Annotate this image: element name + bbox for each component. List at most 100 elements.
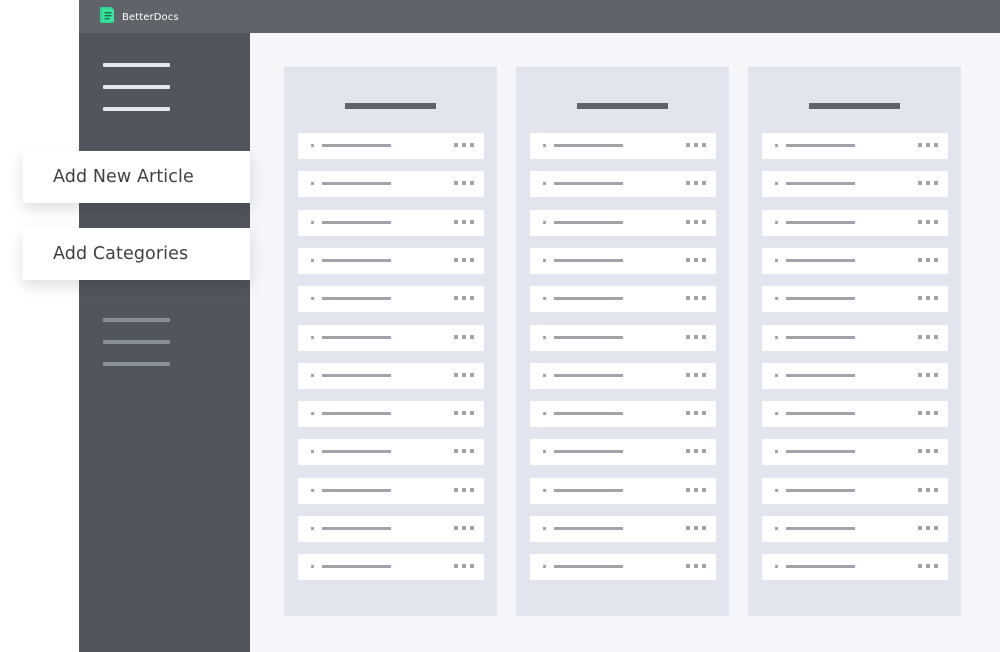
more-options-icon[interactable]: [918, 411, 938, 416]
drag-handle-icon[interactable]: [775, 182, 778, 186]
more-options-icon[interactable]: [686, 219, 706, 224]
article-row[interactable]: [762, 286, 948, 313]
article-row[interactable]: [762, 171, 948, 198]
more-options-icon[interactable]: [918, 143, 938, 147]
drag-handle-icon[interactable]: [775, 373, 778, 377]
drag-handle-icon[interactable]: [543, 258, 546, 262]
drag-handle-icon[interactable]: [311, 373, 314, 377]
sidebar-menu-line[interactable]: [103, 340, 170, 344]
article-row[interactable]: [530, 554, 716, 581]
drag-handle-icon[interactable]: [543, 335, 546, 339]
add-new-article-button[interactable]: Add New Article: [23, 151, 250, 203]
article-row[interactable]: [530, 362, 716, 389]
article-row[interactable]: [530, 171, 716, 198]
drag-handle-icon[interactable]: [543, 220, 546, 224]
article-row[interactable]: [298, 286, 484, 313]
more-options-icon[interactable]: [686, 257, 706, 262]
more-options-icon[interactable]: [454, 449, 474, 454]
more-options-icon[interactable]: [918, 526, 938, 530]
more-options-icon[interactable]: [686, 526, 706, 530]
drag-handle-icon[interactable]: [775, 258, 778, 262]
article-row[interactable]: [298, 401, 484, 428]
more-options-icon[interactable]: [918, 181, 938, 186]
sidebar-menu-line[interactable]: [103, 318, 170, 322]
drag-handle-icon[interactable]: [543, 488, 546, 492]
article-row[interactable]: [762, 324, 948, 351]
drag-handle-icon[interactable]: [775, 220, 778, 224]
article-row[interactable]: [762, 439, 948, 466]
article-row[interactable]: [530, 477, 716, 504]
more-options-icon[interactable]: [686, 334, 706, 339]
article-row[interactable]: [298, 247, 484, 274]
drag-handle-icon[interactable]: [543, 527, 546, 530]
drag-handle-icon[interactable]: [311, 335, 314, 339]
drag-handle-icon[interactable]: [775, 297, 778, 301]
drag-handle-icon[interactable]: [543, 297, 546, 301]
drag-handle-icon[interactable]: [311, 182, 314, 186]
more-options-icon[interactable]: [918, 219, 938, 224]
article-row[interactable]: [530, 209, 716, 236]
more-options-icon[interactable]: [686, 449, 706, 454]
more-options-icon[interactable]: [686, 564, 706, 569]
sidebar-menu-line[interactable]: [103, 107, 170, 111]
drag-handle-icon[interactable]: [543, 565, 546, 569]
drag-handle-icon[interactable]: [311, 297, 314, 301]
sidebar-menu-line[interactable]: [103, 63, 170, 67]
article-row[interactable]: [530, 133, 716, 159]
article-row[interactable]: [762, 209, 948, 236]
more-options-icon[interactable]: [454, 296, 474, 301]
drag-handle-icon[interactable]: [775, 412, 778, 416]
article-row[interactable]: [298, 171, 484, 198]
drag-handle-icon[interactable]: [775, 335, 778, 339]
drag-handle-icon[interactable]: [775, 144, 778, 147]
drag-handle-icon[interactable]: [311, 144, 314, 147]
article-row[interactable]: [762, 401, 948, 428]
more-options-icon[interactable]: [454, 411, 474, 416]
article-row[interactable]: [762, 133, 948, 159]
article-row[interactable]: [298, 209, 484, 236]
article-row[interactable]: [530, 439, 716, 466]
drag-handle-icon[interactable]: [543, 373, 546, 377]
article-row[interactable]: [762, 554, 948, 581]
article-row[interactable]: [762, 247, 948, 274]
article-row[interactable]: [298, 362, 484, 389]
drag-handle-icon[interactable]: [543, 144, 546, 147]
more-options-icon[interactable]: [918, 334, 938, 339]
more-options-icon[interactable]: [686, 487, 706, 492]
more-options-icon[interactable]: [454, 257, 474, 262]
drag-handle-icon[interactable]: [311, 527, 314, 530]
sidebar-menu-line[interactable]: [103, 362, 170, 366]
article-row[interactable]: [298, 324, 484, 351]
more-options-icon[interactable]: [918, 296, 938, 301]
drag-handle-icon[interactable]: [311, 412, 314, 416]
more-options-icon[interactable]: [454, 564, 474, 569]
drag-handle-icon[interactable]: [775, 527, 778, 530]
drag-handle-icon[interactable]: [311, 488, 314, 492]
article-row[interactable]: [762, 477, 948, 504]
more-options-icon[interactable]: [454, 487, 474, 492]
brand[interactable]: BetterDocs: [98, 6, 179, 26]
article-row[interactable]: [762, 362, 948, 389]
more-options-icon[interactable]: [918, 564, 938, 569]
sidebar-menu-line[interactable]: [103, 85, 170, 89]
more-options-icon[interactable]: [686, 372, 706, 377]
drag-handle-icon[interactable]: [543, 412, 546, 416]
more-options-icon[interactable]: [686, 296, 706, 301]
drag-handle-icon[interactable]: [311, 450, 314, 454]
more-options-icon[interactable]: [918, 449, 938, 454]
more-options-icon[interactable]: [686, 411, 706, 416]
article-row[interactable]: [762, 516, 948, 542]
drag-handle-icon[interactable]: [543, 182, 546, 186]
more-options-icon[interactable]: [454, 143, 474, 147]
drag-handle-icon[interactable]: [543, 450, 546, 454]
more-options-icon[interactable]: [918, 487, 938, 492]
drag-handle-icon[interactable]: [775, 450, 778, 454]
article-row[interactable]: [298, 516, 484, 542]
drag-handle-icon[interactable]: [311, 258, 314, 262]
article-row[interactable]: [298, 554, 484, 581]
article-row[interactable]: [298, 439, 484, 466]
article-row[interactable]: [530, 286, 716, 313]
add-categories-button[interactable]: Add Categories: [23, 228, 250, 280]
more-options-icon[interactable]: [918, 257, 938, 262]
article-row[interactable]: [298, 133, 484, 159]
